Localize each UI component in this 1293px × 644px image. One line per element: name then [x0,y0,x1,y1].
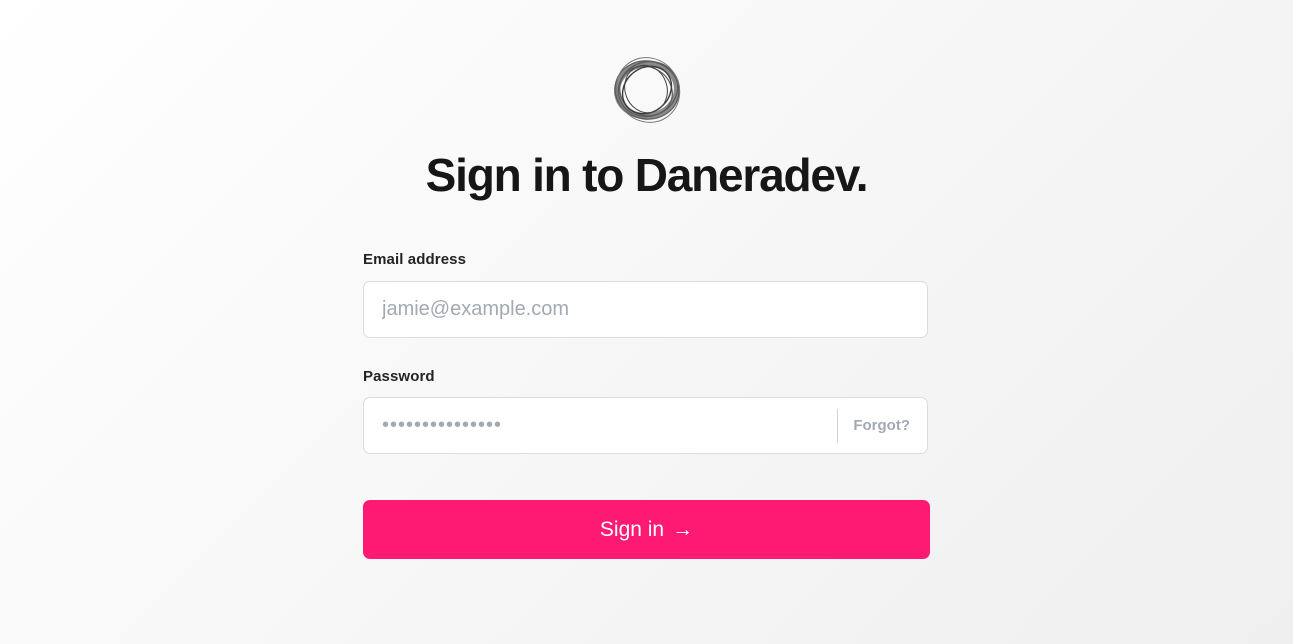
field-divider [837,409,838,443]
page-title: Sign in to Daneradev. [425,149,869,201]
email-input[interactable] [364,282,927,337]
sign-in-button[interactable]: Sign in → [363,500,930,559]
password-input[interactable] [364,398,834,453]
ring-logo-icon [614,57,681,123]
arrow-right-icon: → [672,518,694,541]
sign-in-button-label: Sign in [599,517,665,541]
forgot-password-link[interactable]: Forgot? [853,398,910,453]
password-label: Password [363,368,435,385]
email-label: Email address [363,251,467,268]
email-field-container [363,281,928,338]
password-field-container: Forgot? [363,397,928,454]
